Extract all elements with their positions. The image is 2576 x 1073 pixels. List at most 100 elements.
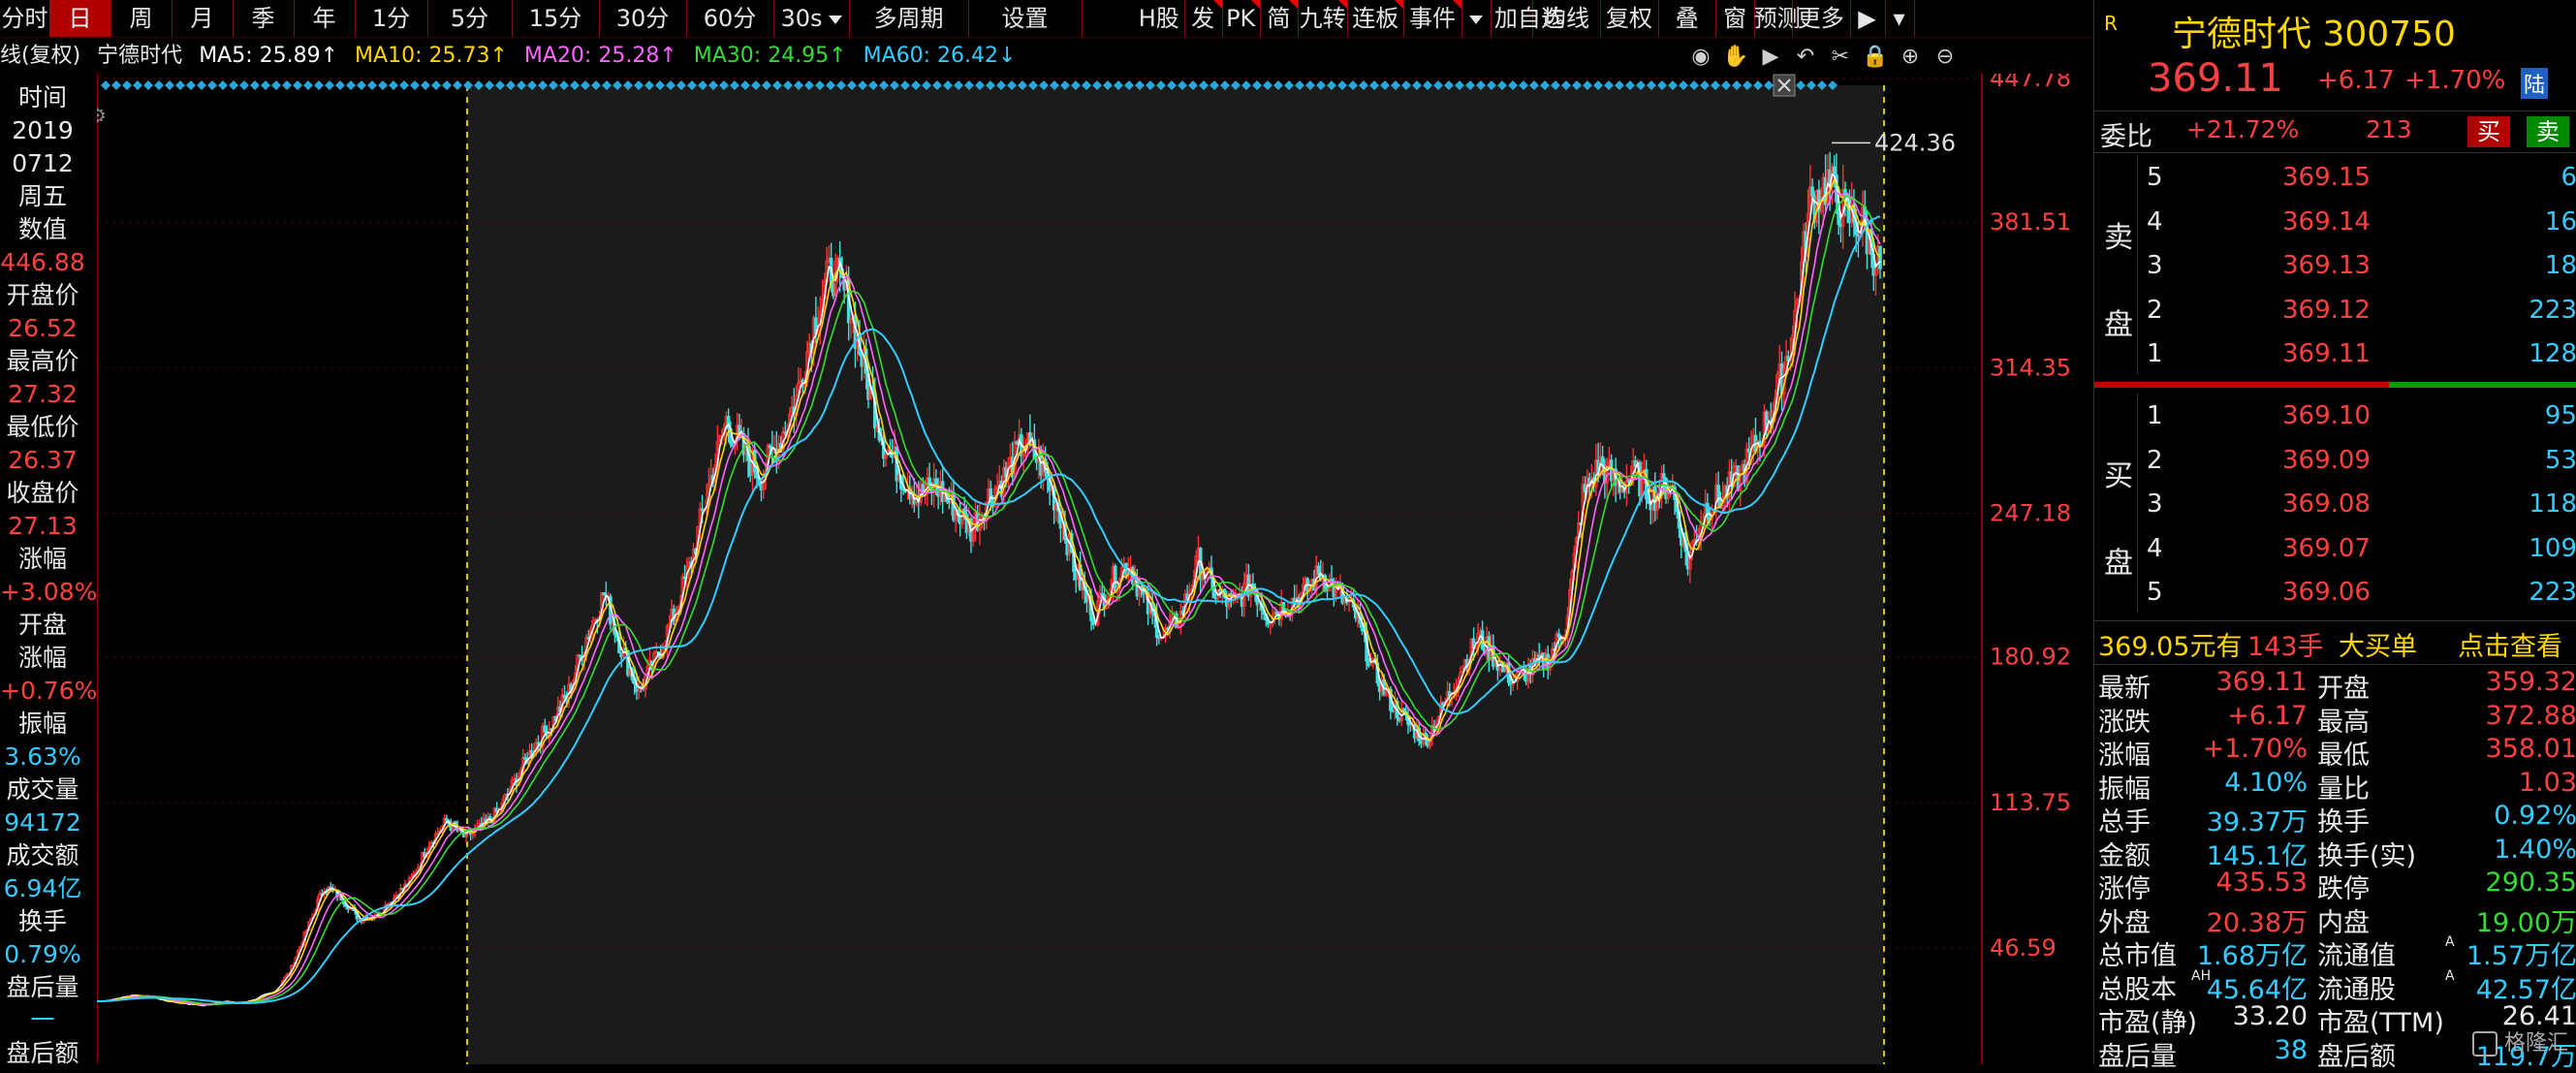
stat-label: 涨停 [2098,874,2151,904]
period-tab-5[interactable]: 年 [294,0,356,37]
tool-button-11[interactable]: 窗 [1716,0,1755,37]
period-tab-8[interactable]: 15分 [512,0,600,37]
event-diamond [271,80,281,90]
stat-row: 涨停 435.53 跌停 290.35 [2094,868,2576,904]
period-tab-6[interactable]: 1分 [355,0,428,37]
watermark-logo-icon [2472,1031,2497,1057]
candle-body [1556,633,1561,638]
y-tick-label: 247.18 [1990,500,2071,527]
period-tab-7[interactable]: 5分 [427,0,513,37]
stat-value: 19.00万 [2475,907,2576,938]
level-vol: 53 [2544,445,2576,475]
period-tab-13[interactable]: 设置 [968,0,1083,37]
chart-mode-label[interactable]: 线(复权) [0,44,80,68]
new-badge-icon [1288,0,1298,9]
period-tab-12[interactable]: 多周期 [849,0,969,37]
tool-button-12[interactable]: 预测 [1754,0,1801,37]
zoom-out-icon[interactable]: ⊖ [1931,43,1960,72]
level-lvl: 1 [2147,401,2163,430]
hand-icon[interactable]: ✋ [1721,43,1750,72]
stat-value: 33.20 [2232,1001,2308,1031]
period-tab-3[interactable]: 月 [172,0,234,37]
stat-value: 1.68万亿 [2196,941,2308,971]
period-tab-11[interactable]: 30s [773,0,850,37]
stat-value: 39.37万 [2206,807,2308,837]
tool-button-6[interactable]: 事件 [1403,0,1462,37]
tool-button-4[interactable]: 九转 [1298,0,1349,37]
buy-level-row[interactable]: 5 369.06 223 [2137,570,2576,614]
tool-button-10[interactable]: 叠 [1658,0,1717,37]
side-char: 卖 [2104,221,2133,255]
tool-button-2[interactable]: PK [1222,0,1261,37]
level-lvl: 3 [2147,489,2163,519]
period-tab-0[interactable]: 分时 [0,0,50,37]
info-cell: 振幅 [17,710,67,738]
candle-body [1316,565,1321,575]
stat-value: 358.01 [2485,734,2576,764]
eye-icon[interactable]: ◉ [1686,43,1715,72]
sell-level-row[interactable]: 1 369.11 128 [2137,331,2576,375]
period-tab-4[interactable]: 季 [233,0,295,37]
ma-legend-bar: 线(复权) 宁德时代 MA5: 25.89↑ MA10: 25.73↑ MA20… [0,39,1025,74]
tool-button-3[interactable]: 简 [1260,0,1299,37]
zoom-in-icon[interactable]: ⊕ [1896,43,1925,72]
buy-level-row[interactable]: 3 369.08 118 [2137,482,2576,525]
level-price: 369.10 [2282,401,2371,430]
event-diamond [229,80,238,90]
period-tab-2[interactable]: 周 [110,0,173,37]
tool-button-7[interactable]: 加自选 [1494,0,1564,37]
event-diamond [367,80,377,90]
level-vol: 18 [2544,251,2576,280]
event-diamond [122,80,132,90]
stat-row: 总股本 AH 45.64亿 流通股 A 42.57亿 [2094,968,2576,1005]
stat-row: 振幅 4.10% 量比 1.03 [2094,768,2576,805]
buy-level-row[interactable]: 4 369.07 109 [2137,526,2576,570]
period-tab-9[interactable]: 30分 [599,0,687,37]
level-price: 369.11 [2282,339,2371,368]
candle-body [927,477,931,485]
undo-icon[interactable]: ↶ [1791,43,1820,72]
info-cell: 数值 [17,215,67,243]
chevron-down-icon[interactable]: ▾ [1885,0,1915,37]
stat-value: 372.88 [2485,700,2576,731]
sell-level-row[interactable]: 4 369.14 16 [2137,200,2576,243]
new-badge-icon [1395,0,1404,9]
period-tab-10[interactable]: 60分 [686,0,774,37]
buy-button[interactable]: 买 [2467,116,2510,147]
big-order-row[interactable]: 369.05元有 143手 大买单 点击查看 [2094,620,2576,665]
tool-button-8[interactable]: 均线 [1532,0,1601,37]
level-vol: 223 [2529,295,2576,325]
sell-level-row[interactable]: 5 369.15 6 [2137,155,2576,199]
buy-level-row[interactable]: 1 369.10 95 [2137,394,2576,437]
sell-level-row[interactable]: 2 369.12 223 [2137,288,2576,331]
expand-panel-icon[interactable]: ▶ [1850,0,1886,37]
buy-level-row[interactable]: 2 369.09 53 [2137,438,2576,482]
level-price: 369.08 [2282,489,2371,519]
play-icon[interactable]: ▶ [1756,43,1785,72]
tool-button-13[interactable]: 更多 [1792,0,1851,37]
lock-icon[interactable]: 🔒 [1861,43,1890,72]
tool-button-5[interactable]: 连板 [1347,0,1405,37]
sell-button[interactable]: 卖 [2527,116,2569,147]
sell-level-row[interactable]: 3 369.13 18 [2137,243,2576,287]
event-diamond [239,80,249,90]
chevron-down-icon [1468,15,1483,24]
tool-button-1[interactable]: 发 [1184,0,1223,37]
event-diamond [154,80,164,90]
big-order-link[interactable]: 点击查看 [2458,625,2562,663]
info-cell: 3.63% [4,742,81,771]
tool-button-9[interactable]: 复权 [1600,0,1659,37]
sell-side-label: 卖盘 [2094,155,2138,374]
event-diamond [357,80,366,90]
event-dropdown-toggle[interactable] [1461,0,1492,37]
kline-chart[interactable]: 447.78 381.51 314.35 247.18 180.92 113.75 46.5… [97,74,2084,1064]
event-diamond [410,80,420,90]
info-cell: 2019 [12,116,74,144]
info-cell: 成交额 [6,841,79,869]
stat-label: 金额 [2098,840,2151,871]
period-tab-1[interactable]: 日 [49,0,111,37]
stat-row: 总手 39.37万 换手 0.92% [2094,801,2576,837]
market-badge: 陆 [2521,68,2549,99]
tool-button-0[interactable]: H股 [1134,0,1185,37]
scissors-icon[interactable]: ✂ [1826,43,1855,72]
